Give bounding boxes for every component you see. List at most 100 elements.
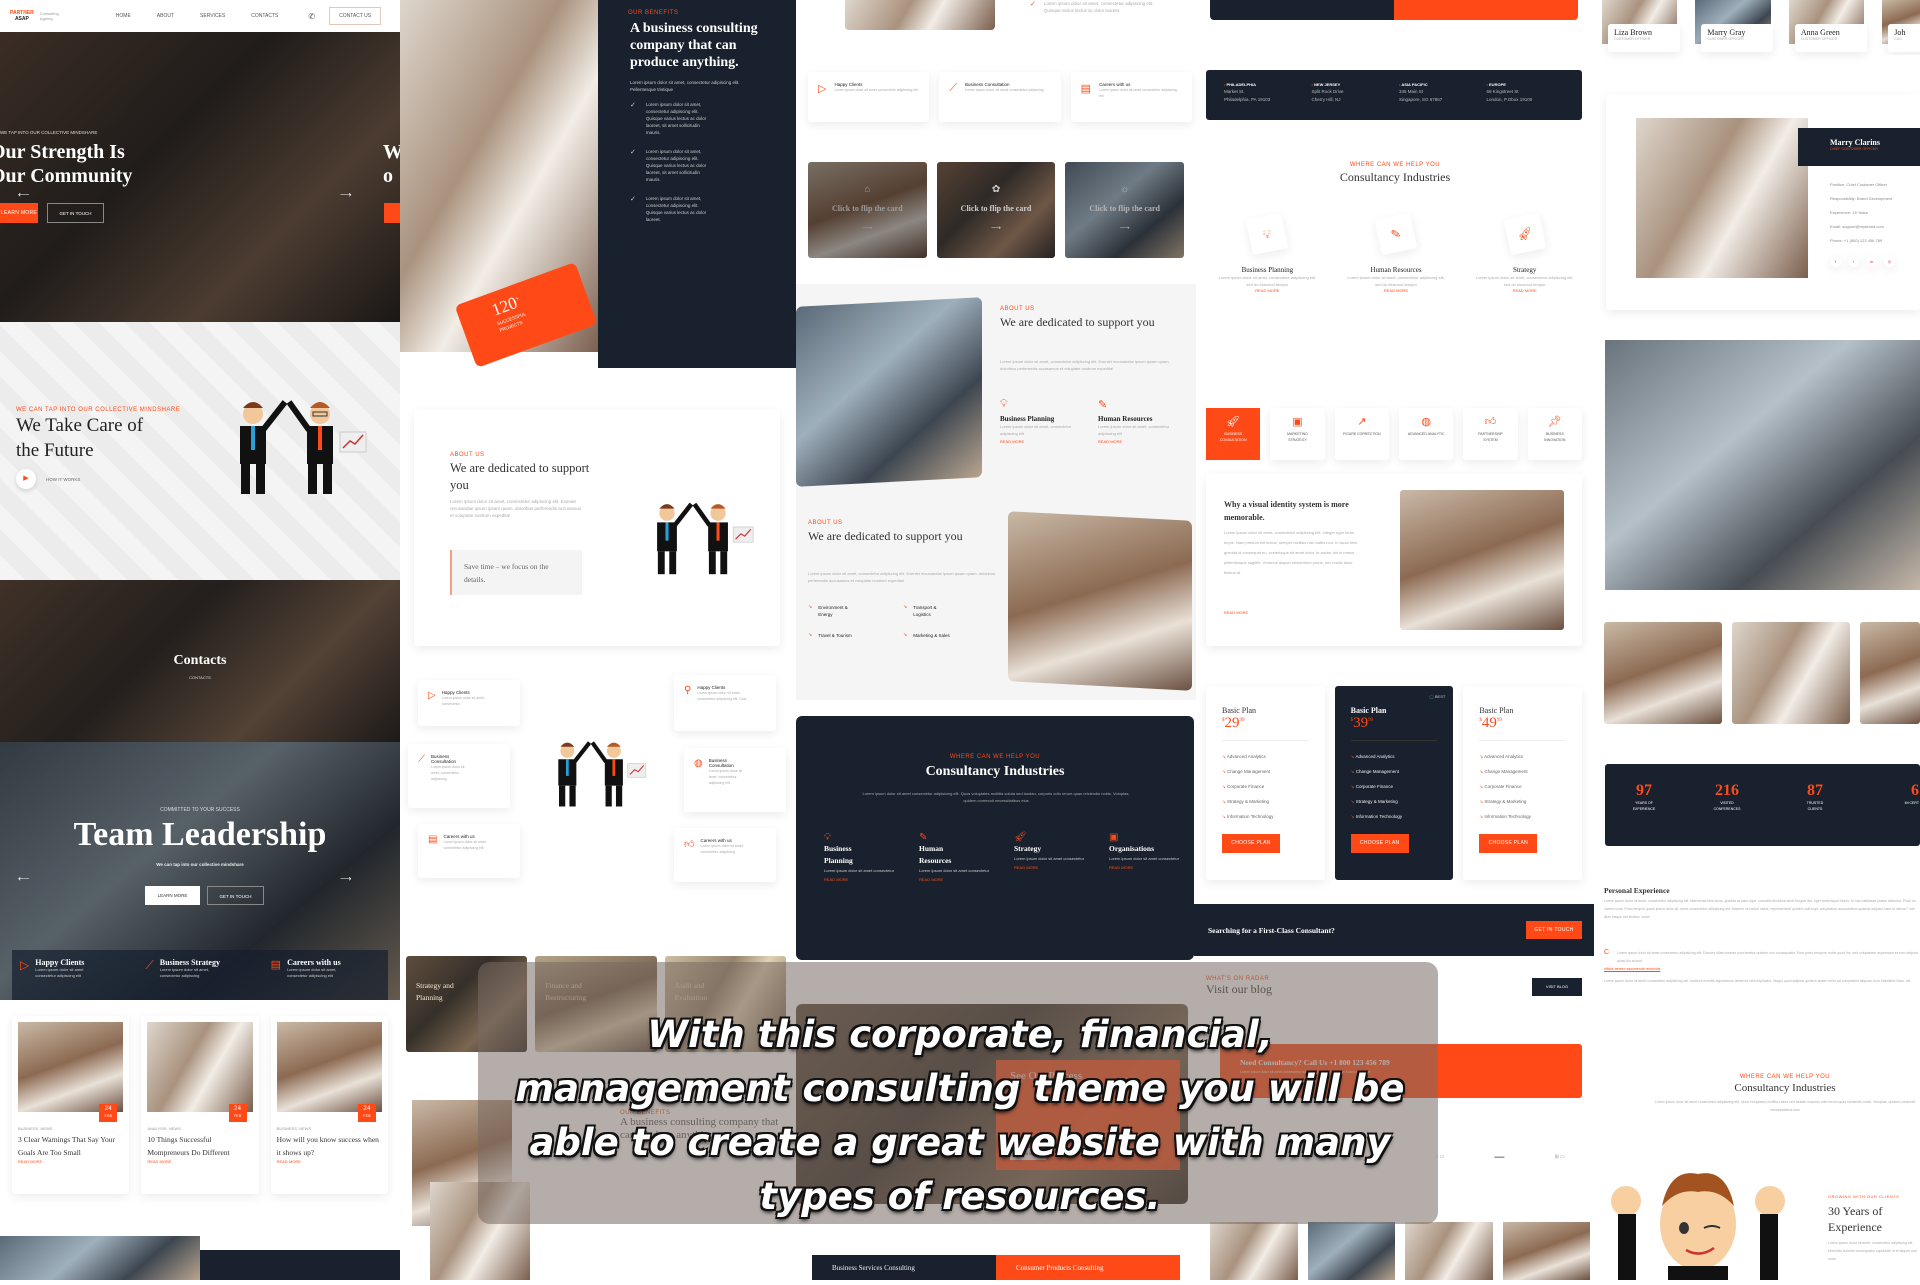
read-more-link[interactable]: READ MORE	[1000, 439, 1090, 444]
slider-prev-arrow[interactable]: ⟵	[18, 874, 29, 883]
twitter-icon[interactable]: t	[1848, 256, 1859, 267]
tab-business-services[interactable]	[1210, 0, 1394, 20]
learn-more-button[interactable]: LEARN MORE	[0, 203, 38, 223]
blog-title[interactable]: 3 Clear Warnings That Say Your Goals Are…	[18, 1133, 123, 1159]
blog-card[interactable]: 24 FEB BUSINESS, NEWS 3 Clear Warnings Th…	[12, 1016, 130, 1194]
consulting-tabs-top	[1210, 0, 1578, 20]
feature-card[interactable]: ⟋ Business Consultation Lorem ipsum dolor …	[408, 744, 510, 808]
logo[interactable]: PARTNER ASAP Consulting Agency	[10, 10, 62, 22]
office-item: • EUROPE 69 Kingstreet St London, P.Obox 1…	[1486, 82, 1533, 102]
date-badge: 24 FEB	[228, 1104, 247, 1122]
read-more-link[interactable]: READ MORE	[1224, 610, 1248, 615]
tab-marketing-strategy[interactable]: ▣ MARKETING STRATEGY	[1270, 408, 1325, 460]
tab-business-services[interactable]: Business Services Consulting	[812, 1255, 996, 1280]
document-edit-icon: ✎	[919, 832, 928, 843]
read-more-link[interactable]: READ MORE	[1014, 865, 1089, 870]
get-in-touch-button[interactable]: GET IN TOUCH	[1526, 921, 1582, 939]
tab-consumer-products[interactable]: Consumer Products Consulting	[996, 1255, 1180, 1280]
team-member-card[interactable]: Anna Green CUSTOMER OFFICER	[1788, 0, 1867, 55]
feature-card[interactable]: ⟋ Business Consultation Lorem ipsum dolor,…	[939, 72, 1061, 122]
feature-card[interactable]: ▷ Happy Clients Lorem ipsum dolor sit amet…	[418, 680, 520, 726]
read-more-link[interactable]: READ MORE	[1345, 288, 1448, 293]
tab-figure-correction[interactable]: ↗ FIGURE CORRECTION	[1334, 408, 1389, 460]
nav-home[interactable]: HOME	[116, 13, 131, 19]
play-outline-icon: ▷	[818, 83, 827, 95]
contacts-breadcrumb[interactable]: CONTACTS	[0, 675, 400, 680]
slider-next-arrow[interactable]: ⟶	[340, 874, 351, 883]
get-in-touch-button[interactable]: GET IN TOUCH	[47, 203, 104, 223]
gallery-photo	[1860, 622, 1920, 724]
choose-plan-button[interactable]: CHOOSE PLAN	[1479, 834, 1538, 853]
flip-card[interactable]: ⌂ Click to flip the card ⟶	[808, 162, 927, 258]
blog-card[interactable]: 24 FEB ANALYSIS, NEWS 10 Things Successfu…	[141, 1016, 259, 1194]
play-button[interactable]: ▶	[16, 469, 36, 489]
nav-about[interactable]: ABOUT	[157, 13, 174, 19]
read-more-link[interactable]: READ MORE	[919, 877, 994, 882]
puzzle-icon: ✿	[991, 184, 1001, 195]
house-icon: ⌂	[864, 184, 871, 195]
feature-happy-clients[interactable]: ▷ Happy Clients Lorem ipsum dolor sit ame…	[12, 950, 137, 1000]
facebook-icon[interactable]: f	[1830, 256, 1841, 267]
nav-services[interactable]: SERVICES	[200, 13, 225, 19]
flip-card[interactable]: ✿ Click to flip the card ⟶	[936, 162, 1056, 258]
feature-card[interactable]: ◍ Business Consultation Lorem ipsum dolor …	[684, 748, 786, 812]
feature-card[interactable]: 👍︎ Careers with us Lorem ipsum dolor sit a…	[674, 828, 776, 882]
read-more-link[interactable]: READ MORE	[824, 877, 899, 882]
tab-business-consultation[interactable]: 🚀︎ BUSINESS CONSULTATION	[1206, 408, 1261, 460]
flip-card[interactable]: ☼ Click to flip the card ⟶	[1065, 162, 1185, 258]
read-more-link[interactable]: READ MORE	[277, 1159, 382, 1164]
sun-icon: ☼	[1120, 184, 1130, 195]
tab-business-innovation[interactable]: 📌︎ BUSINESS INNOVATION	[1527, 408, 1582, 460]
feature-careers[interactable]: ▤ Careers with us Lorem ipsum dolor sit a…	[263, 950, 388, 1000]
team-member-card[interactable]: Liza Brown CUSTOMER OFFICER	[1602, 0, 1680, 55]
tab-partnership-system[interactable]: 👍︎ PARTNERSHIP SYSTEM	[1463, 408, 1518, 460]
how-it-works-link[interactable]: HOW IT WORKS	[46, 477, 80, 482]
choose-plan-button[interactable]: CHOOSE PLAN	[1350, 834, 1409, 853]
slider-prev-arrow[interactable]: ⟵	[18, 190, 29, 199]
choose-plan-button[interactable]: CHOOSE PLAN	[1222, 834, 1280, 853]
team-member-card[interactable]: Marry Gray CUSTOMER OFFICER	[1695, 0, 1774, 55]
feature-card[interactable]: ⚲ Happy Clients Lorem ipsum dolor sit amet…	[674, 675, 776, 731]
industry-list: ↘ Environment & Energy ↘ Transport & Logis…	[808, 604, 950, 638]
leadership-title: Team Leadership	[73, 816, 327, 853]
feature-card[interactable]: ▷ Happy Clients Lorem ipsum dolor sit amet…	[808, 72, 930, 122]
client-logo: ▬▬	[1494, 1154, 1505, 1160]
pricing-section: Basic Plan $2999 ↘ Advanced Analytics ↘ C…	[1206, 686, 1583, 880]
hero-title: Our Strength Is Our Community	[0, 141, 133, 187]
slider-next-arrow[interactable]: ⟶	[340, 190, 351, 199]
feature-card[interactable]: ▤ Careers with us Lorem ipsum dolor sit am…	[418, 824, 520, 878]
check-icon: ✓	[1030, 1, 1036, 8]
dark-industry-items: 💡︎ Business Planning Lorem ipsum dolor sit…	[824, 832, 1184, 882]
cafe-photo	[1008, 511, 1192, 691]
feature-business-strategy[interactable]: ⟋ Business Strategy Lorem ipsum dolor sit…	[137, 950, 262, 1000]
team-photo	[1210, 1222, 1298, 1280]
trend-up-icon: ↗	[1357, 416, 1367, 428]
globe-icon: ◍	[694, 758, 703, 769]
feature-card[interactable]: ▤ Careers with us Lorem ipsum dolor sit am…	[1070, 72, 1192, 122]
learn-more-button[interactable]: LEARN MORE	[145, 886, 200, 905]
read-more-link[interactable]: READ MORE	[18, 1159, 123, 1164]
get-in-touch-button[interactable]: GET IN TOUCH	[207, 886, 264, 905]
blog-card[interactable]: 24 FEB BUSINESS, NEWS How will you know s…	[270, 1016, 388, 1194]
read-more-link[interactable]: READ MORE	[147, 1159, 252, 1164]
instagram-icon[interactable]: ◎	[1884, 256, 1895, 267]
tab-consumer-products[interactable]	[1394, 0, 1578, 20]
read-more-link[interactable]: READ MORE	[1216, 288, 1319, 293]
tab-advanced-analytic[interactable]: ◍ ADVANCED ANALYTIC	[1398, 408, 1454, 460]
industries-light-section: WHERE CAN WE HELP YOU Consultancy Indust…	[1200, 156, 1600, 346]
document-edit-icon: ✎	[1098, 399, 1108, 411]
phone-icon[interactable]: ✆	[308, 12, 315, 21]
check-row: ✓ Lorem ipsum dolor sit amet, consectetur…	[1030, 1, 1154, 13]
linkedin-icon[interactable]: in	[1866, 256, 1877, 267]
nav-contacts[interactable]: CONTACTS	[251, 13, 278, 19]
visit-blog-button[interactable]: VISIT BLOG	[1532, 978, 1582, 996]
dedicated-title: We are dedicated to support you	[450, 461, 590, 492]
inline-link[interactable]: officiis tenetur assumenda reiciendis	[1604, 967, 1660, 971]
read-more-link[interactable]: READ MORE	[1473, 288, 1576, 293]
contact-us-button[interactable]: CONTACT US	[329, 7, 382, 25]
blog-title[interactable]: 10 Things Successful Mompreneurs Do Diff…	[147, 1133, 252, 1159]
read-more-link[interactable]: READ MORE	[1109, 865, 1184, 870]
team-member-card[interactable]: Joh CUS	[1882, 0, 1920, 55]
blog-title[interactable]: How will you know success when it shows …	[277, 1133, 382, 1159]
read-more-link[interactable]: READ MORE	[1098, 439, 1188, 444]
